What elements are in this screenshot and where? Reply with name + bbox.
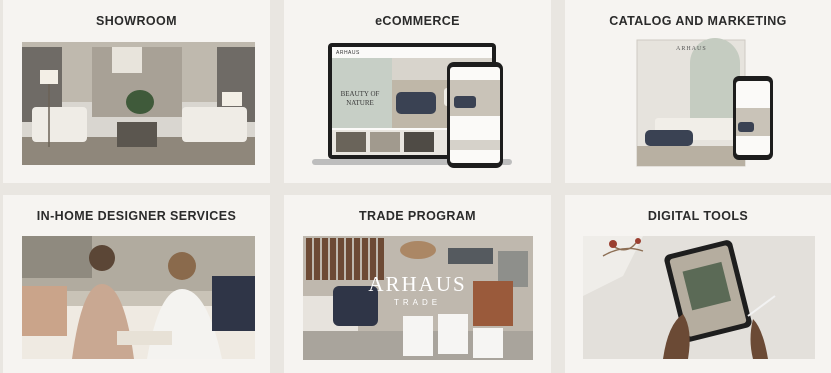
trade-brand: ARHAUS [368, 272, 467, 296]
card-title-trade-program: TRADE PROGRAM [358, 209, 476, 223]
card-title-showroom: SHOWROOM [96, 14, 177, 28]
card-title-designer-services: IN-HOME DESIGNER SERVICES [36, 209, 237, 223]
trade-sub: TRADE [393, 298, 442, 307]
ecommerce-brand: ARHAUS [336, 50, 360, 56]
card-showroom: SHOWROOM [3, 0, 270, 183]
catalog-brand: ARHAUS [676, 46, 707, 52]
card-title-ecommerce: eCOMMERCE [375, 14, 460, 28]
card-designer-services: IN-HOME DESIGNER SERVICES [3, 195, 270, 373]
ecommerce-hero-text: BEAUTY OF NATURE [340, 90, 380, 107]
designer-services-photo [22, 236, 255, 359]
card-title-digital-tools: DIGITAL TOOLS [647, 209, 749, 223]
catalog-mockup [635, 38, 785, 170]
card-title-catalog: CATALOG AND MARKETING [609, 14, 787, 28]
card-trade-program: TRADE PROGRAM ARHAUS TRADE [284, 195, 551, 373]
digital-tools-photo [583, 236, 815, 359]
showroom-photo [22, 42, 255, 165]
card-ecommerce: eCOMMERCE ARHAUS BEAUTY OF NATURE [284, 0, 551, 183]
card-catalog: CATALOG AND MARKETING ARHAUS [565, 0, 831, 183]
card-digital-tools: DIGITAL TOOLS [565, 195, 831, 373]
